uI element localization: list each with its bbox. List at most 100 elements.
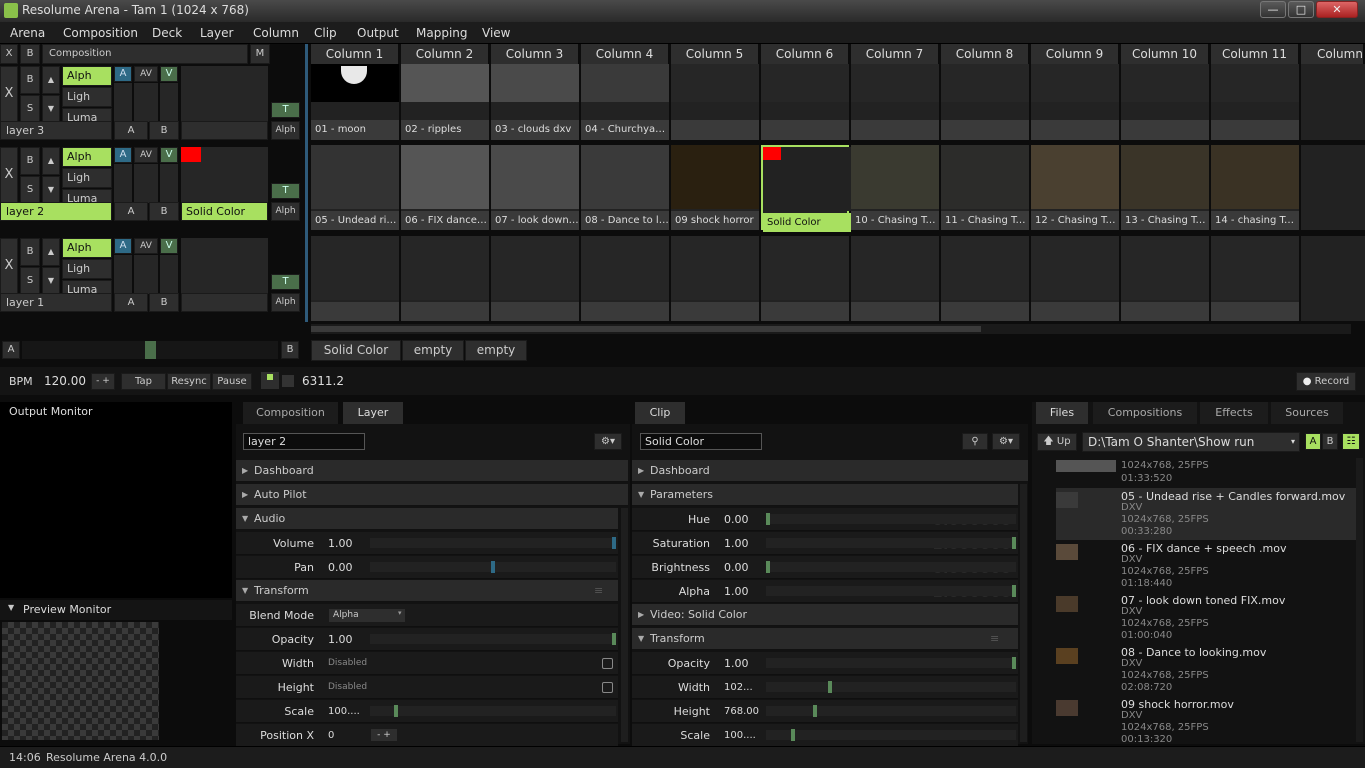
layer-x-button[interactable]: X — [0, 66, 18, 122]
column-header[interactable]: Column 1 — [311, 44, 400, 64]
clip-slot[interactable]: 01 - moon — [311, 64, 399, 140]
clip-slot[interactable] — [851, 236, 939, 321]
layer-b-button[interactable]: B — [20, 147, 40, 175]
blend-mode-dropdown[interactable]: Alph — [62, 147, 112, 167]
menu-layer[interactable]: Layer — [200, 26, 233, 40]
list-view-icon[interactable]: ☷ — [1342, 433, 1360, 450]
clip-slot[interactable] — [1301, 145, 1365, 230]
layer-x-button[interactable]: X — [0, 238, 18, 294]
path-dropdown[interactable]: D:\Tam O Shanter\Show run ▾ — [1082, 432, 1300, 452]
clip-slot[interactable] — [581, 236, 669, 321]
column-header[interactable]: Column 9 — [1031, 44, 1120, 64]
param-value[interactable]: 102... — [724, 676, 753, 699]
layer-audio-section[interactable]: ▼ Audio — [236, 508, 618, 530]
move-down-icon[interactable]: ▼ — [42, 95, 60, 122]
tap-button[interactable]: Tap — [121, 373, 166, 390]
param-value[interactable]: Disabled — [328, 652, 367, 675]
clip-slot[interactable] — [1031, 64, 1119, 140]
param-value[interactable]: 1.00 — [328, 532, 353, 555]
param-slider[interactable] — [766, 513, 1016, 525]
close-button[interactable]: ✕ — [1316, 1, 1358, 18]
clip-slot[interactable] — [941, 236, 1029, 321]
param-slider[interactable] — [766, 561, 1016, 573]
layer-b-button[interactable]: B — [20, 238, 40, 266]
clip-slot[interactable]: 12 - Chasing Tam... — [1031, 145, 1119, 230]
param-slider[interactable] — [766, 705, 1016, 717]
move-up-icon[interactable]: ▲ — [42, 238, 60, 266]
layer-alpha-button[interactable]: Alph — [271, 293, 300, 312]
move-up-icon[interactable]: ▲ — [42, 147, 60, 175]
column-header[interactable]: Column 2 — [401, 44, 490, 64]
layer-name[interactable]: layer 3 — [0, 121, 112, 140]
param-slider[interactable] — [370, 561, 616, 573]
param-slider[interactable] — [766, 681, 1016, 693]
tab-composition[interactable]: Composition — [243, 402, 338, 424]
slider-handle[interactable] — [813, 705, 817, 717]
deck-tab[interactable]: empty — [465, 340, 527, 361]
slider-handle[interactable] — [766, 513, 770, 525]
deck-tab[interactable]: Solid Color — [311, 340, 401, 361]
param-slider[interactable] — [766, 657, 1016, 669]
layer-s-button[interactable]: S — [20, 95, 40, 122]
param-value[interactable]: 100.... — [724, 724, 756, 747]
slider-handle[interactable] — [1012, 585, 1016, 597]
move-down-icon[interactable]: ▼ — [42, 267, 60, 294]
checkbox[interactable] — [602, 658, 613, 669]
param-value[interactable]: Disabled — [328, 676, 367, 699]
slider-handle[interactable] — [1012, 657, 1016, 669]
clip-slot[interactable] — [1031, 236, 1119, 321]
param-value[interactable]: 1.00 — [724, 580, 749, 603]
composition-header[interactable]: Composition — [42, 44, 248, 64]
param-value[interactable]: 1.00 — [724, 532, 749, 555]
layer-alpha-button[interactable]: Alph — [271, 202, 300, 221]
clip-slot[interactable] — [1211, 236, 1299, 321]
blend-mode-select[interactable]: Alpha — [328, 608, 406, 623]
clip-slot[interactable] — [1121, 64, 1209, 140]
browser-a-button[interactable]: A — [1305, 433, 1321, 450]
menu-deck[interactable]: Deck — [152, 26, 182, 40]
layer-transform-section[interactable]: ▼ Transform ≡ — [236, 580, 618, 602]
layer-v-toggle[interactable]: V — [160, 147, 178, 163]
layer-clip-preview[interactable] — [181, 66, 268, 122]
clip-slot[interactable]: 02 - ripples — [401, 64, 489, 140]
slider-handle[interactable] — [491, 561, 495, 573]
clip-slot[interactable] — [1211, 64, 1299, 140]
blend-option-light[interactable]: Ligh — [62, 87, 112, 107]
deck-b-button[interactable]: B — [20, 44, 40, 64]
column-header[interactable]: Column 7 — [851, 44, 940, 64]
menu-column[interactable]: Column — [253, 26, 299, 40]
clip-gear-icon[interactable]: ⚙▾ — [992, 433, 1020, 450]
tab-effects[interactable]: Effects — [1200, 402, 1268, 424]
maximize-button[interactable]: □ — [1288, 1, 1314, 18]
blend-mode-dropdown[interactable]: Alph — [62, 238, 112, 258]
menu-clip[interactable]: Clip — [314, 26, 337, 40]
browser-scrollbar[interactable] — [1356, 458, 1363, 742]
slider-handle[interactable] — [1012, 537, 1016, 549]
slider-handle[interactable] — [828, 681, 832, 693]
clip-dashboard-section[interactable]: ▶ Dashboard — [632, 460, 1028, 482]
deck-tab[interactable]: empty — [402, 340, 464, 361]
clip-slot[interactable] — [671, 64, 759, 140]
param-slider[interactable] — [370, 633, 616, 645]
layer-x-button[interactable]: X — [0, 147, 18, 203]
tab-files[interactable]: Files — [1036, 402, 1088, 424]
layer-b-button[interactable]: B — [20, 66, 40, 94]
clip-slot[interactable] — [761, 64, 849, 140]
menu-mapping[interactable]: Mapping — [416, 26, 468, 40]
param-slider[interactable] — [766, 729, 1016, 741]
clip-slot[interactable] — [1301, 236, 1365, 321]
clip-slot[interactable]: Solid Color — [761, 145, 851, 232]
clip-slot[interactable]: 07 - look down t... — [491, 145, 579, 230]
layer-name[interactable]: layer 1 — [0, 293, 112, 312]
search-icon[interactable]: ⚲ — [962, 433, 988, 450]
move-down-icon[interactable]: ▼ — [42, 176, 60, 203]
layer-ab-a-button[interactable]: A — [114, 293, 148, 312]
slider-handle[interactable] — [612, 537, 616, 549]
clip-slot[interactable]: 03 - clouds dxv — [491, 64, 579, 140]
column-header[interactable]: Column 6 — [761, 44, 850, 64]
tab-layer[interactable]: Layer — [343, 402, 403, 424]
layer-ab-b-button[interactable]: B — [149, 202, 179, 221]
clip-parameters-section[interactable]: ▼ Parameters — [632, 484, 1018, 506]
drag-handle-icon[interactable]: ≡ — [990, 628, 999, 650]
layer-a-toggle[interactable]: A — [114, 238, 132, 254]
